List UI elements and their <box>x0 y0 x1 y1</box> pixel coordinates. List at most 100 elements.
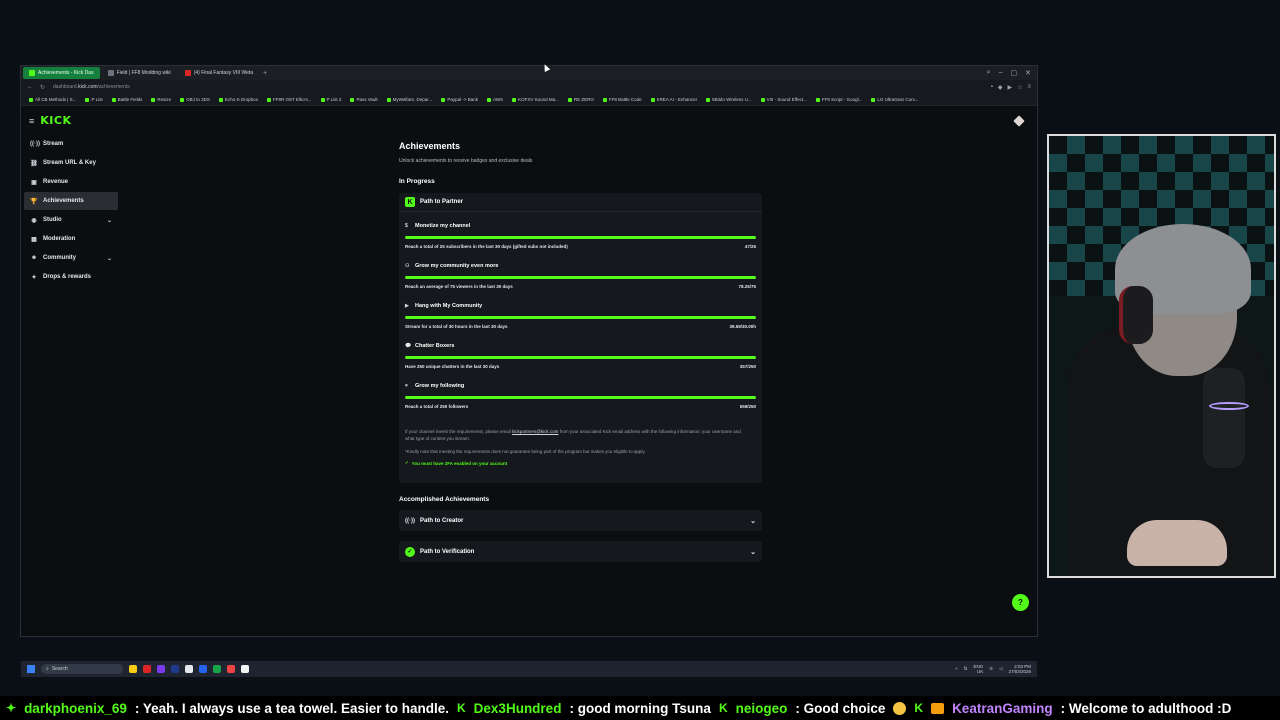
goal-description: Reach a total of 25 subscribers in the l… <box>405 244 568 249</box>
page-title: Achievements <box>399 141 461 151</box>
progress-bar <box>405 356 756 359</box>
bookmark-item[interactable]: Echo-S Dropbox <box>218 97 258 102</box>
sidebar-item-label: Stream <box>43 141 64 147</box>
notepad-icon[interactable] <box>213 665 221 673</box>
diamond-icon[interactable] <box>1013 115 1025 127</box>
goal-description: Have 250 unique chatters in the last 30 … <box>405 364 500 369</box>
sidebar: ≡ KICK ((·)) Stream ⛓ Stream URL & Key ▣ Reve… <box>21 107 121 624</box>
sidebar-item-revenue[interactable]: ▣ Revenue <box>24 173 118 191</box>
sidebar-item-label: Studio <box>43 217 62 223</box>
sidebar-item-moderation[interactable]: ▦ Moderation <box>24 230 118 248</box>
menu-icon[interactable]: ≡ <box>1027 84 1031 91</box>
reload-icon[interactable]: ↻ <box>40 84 45 91</box>
extension-icon[interactable]: ▶ <box>1007 84 1012 91</box>
search-tabs-icon[interactable]: ⌕ <box>987 69 991 77</box>
goal-name: Chatter Boxers <box>415 343 455 349</box>
bookmark-item[interactable]: OBJ to 3DS <box>180 97 210 102</box>
bookmark-item[interactable]: FF8 Battle Code <box>602 97 642 102</box>
help-chat-icon[interactable]: ? <box>1012 594 1029 611</box>
bookmark-item[interactable]: RE ZERO <box>567 97 594 102</box>
bookmark-item[interactable]: AWS <box>486 97 503 102</box>
chevron-down-icon[interactable]: ⌄ <box>107 217 112 224</box>
opera-icon[interactable] <box>143 665 151 673</box>
hamburger-menu-icon[interactable]: ≡ <box>29 116 34 126</box>
achievement-goal: ▶ Hang with My Community Stream for a tota… <box>405 303 756 329</box>
bookmark-item[interactable]: P List <box>85 97 103 102</box>
chevron-down-icon[interactable]: ⌄ <box>107 255 112 262</box>
url-field[interactable]: dashboard.kick.com/achievements <box>53 84 130 90</box>
progress-bar <box>405 396 756 399</box>
bookmark-item[interactable]: MyWelfare, Depar... <box>386 97 432 102</box>
tab-youtube[interactable]: (4) Final Fantasy VIII Weta <box>179 67 259 79</box>
chevron-down-icon[interactable]: ⌄ <box>750 517 756 525</box>
bookmark-item[interactable]: FF9 Script - Googl... <box>815 97 862 102</box>
bookmark-item[interactable]: 8Bitdo Wireless U... <box>706 97 752 102</box>
email-link[interactable]: kickpartners@kick.com <box>512 429 558 434</box>
path-to-partner-card: K Path to Partner $ Monetize my channel Re… <box>399 193 762 483</box>
kick-dashboard: ≡ KICK ((·)) Stream ⛓ Stream URL & Key ▣ Reve… <box>21 107 1037 677</box>
goal-meta: Reach an average of 75 viewers in the la… <box>405 284 756 289</box>
bookmark-item[interactable]: KREA AI - Enhancer <box>650 97 697 102</box>
bookmark-item[interactable]: Pass Vault <box>350 97 378 102</box>
bookmark-favicon-icon <box>180 97 185 102</box>
bookmark-item[interactable]: Battle Fields <box>111 97 142 102</box>
browser-window: Achievements - Kick Das Field | FF8 Modd… <box>20 65 1038 677</box>
tab-ff8-wiki[interactable]: Field | FF8 Modding wiki <box>102 67 177 79</box>
goal-name: Grow my following <box>415 383 465 389</box>
close-icon[interactable]: ✕ <box>1025 69 1031 77</box>
chat-username: neiogeo <box>735 700 788 716</box>
back-icon[interactable]: ← <box>27 84 33 91</box>
chat-ticker: ✦ darkphoenix_69: Yeah. I always use a te… <box>0 696 1280 720</box>
maximize-icon[interactable]: ▢ <box>1011 69 1018 77</box>
wifi-icon[interactable]: ≋ <box>989 666 993 672</box>
steam-icon[interactable] <box>171 665 179 673</box>
new-tab-button[interactable]: + <box>263 70 267 77</box>
windows-start-icon[interactable] <box>27 665 35 673</box>
goal-progress-value: 357/250 <box>739 364 756 369</box>
goal-title: ▶ Hang with My Community <box>405 303 756 309</box>
app-icon[interactable] <box>227 665 235 673</box>
app-icon[interactable] <box>199 665 207 673</box>
volume-icon[interactable]: ◁ <box>999 666 1002 672</box>
accordion-path-to-verification[interactable]: ✓ Path to Verification ⌄ <box>399 541 762 562</box>
kick-logo[interactable]: KICK <box>40 114 71 127</box>
address-bar: ← ↻ dashboard.kick.com/achievements ▪ ◆ … <box>21 80 1037 94</box>
bookmark-item[interactable]: LG UltraGear Curv... <box>871 97 918 102</box>
bookmark-item[interactable]: Paypal -> Bank <box>441 97 478 102</box>
extension-icon[interactable]: ◆ <box>998 84 1003 91</box>
bookmark-item[interactable]: Resize <box>151 97 171 102</box>
goal-meta: Reach a total of 250 followers 559/250 <box>405 404 756 409</box>
settings-icon[interactable] <box>241 665 249 673</box>
search-icon: ⌕ <box>46 666 49 672</box>
sidebar-item-drops-rewards[interactable]: ✦ Drops & rewards <box>24 268 118 286</box>
bookmark-item[interactable]: FF8R OST Elko's... <box>266 97 312 102</box>
network-icon[interactable]: ⇅ <box>964 666 968 672</box>
tab-achievements[interactable]: Achievements - Kick Das <box>23 67 100 79</box>
file-explorer-icon[interactable] <box>129 665 137 673</box>
accordion-path-to-creator[interactable]: ((·)) Path to Creator ⌄ <box>399 510 762 531</box>
chevron-up-icon[interactable]: ^ <box>956 667 958 672</box>
link-icon: ⛓ <box>30 160 38 167</box>
sidebar-item-stream-url-key[interactable]: ⛓ Stream URL & Key <box>24 154 118 172</box>
people-icon: ☻ <box>30 255 38 261</box>
sidebar-item-achievements[interactable]: 🏆 Achievements <box>24 192 118 210</box>
sidebar-item-stream[interactable]: ((·)) Stream <box>24 135 118 153</box>
sidebar-item-studio[interactable]: ◉ Studio ⌄ <box>24 211 118 229</box>
tab-bar: Achievements - Kick Das Field | FF8 Modd… <box>21 66 1037 80</box>
sidebar-item-community[interactable]: ☻ Community ⌄ <box>24 249 118 267</box>
taskbar-search[interactable]: ⌕ Search <box>41 664 123 674</box>
obs-icon[interactable] <box>185 665 193 673</box>
clock[interactable]: 2:03 PM 27/03/2026 <box>1008 664 1031 675</box>
bookmark-star-icon[interactable]: ☆ <box>1017 84 1022 91</box>
bookmark-item[interactable]: All CB Methods | S... <box>29 97 76 102</box>
progress-bar <box>405 276 756 279</box>
discord-icon[interactable] <box>157 665 165 673</box>
bookmark-item[interactable]: VIII - Sound Effect... <box>760 97 807 102</box>
bookmark-favicon-icon <box>386 97 391 102</box>
bookmark-item[interactable]: KOFXV Sound Ma... <box>512 97 559 102</box>
extension-icon[interactable]: ▪ <box>991 84 993 91</box>
minimize-icon[interactable]: – <box>999 69 1003 77</box>
chevron-down-icon[interactable]: ⌄ <box>750 548 756 556</box>
goal-name: Monetize my channel <box>415 223 471 229</box>
bookmark-item[interactable]: P List 2 <box>320 97 341 102</box>
